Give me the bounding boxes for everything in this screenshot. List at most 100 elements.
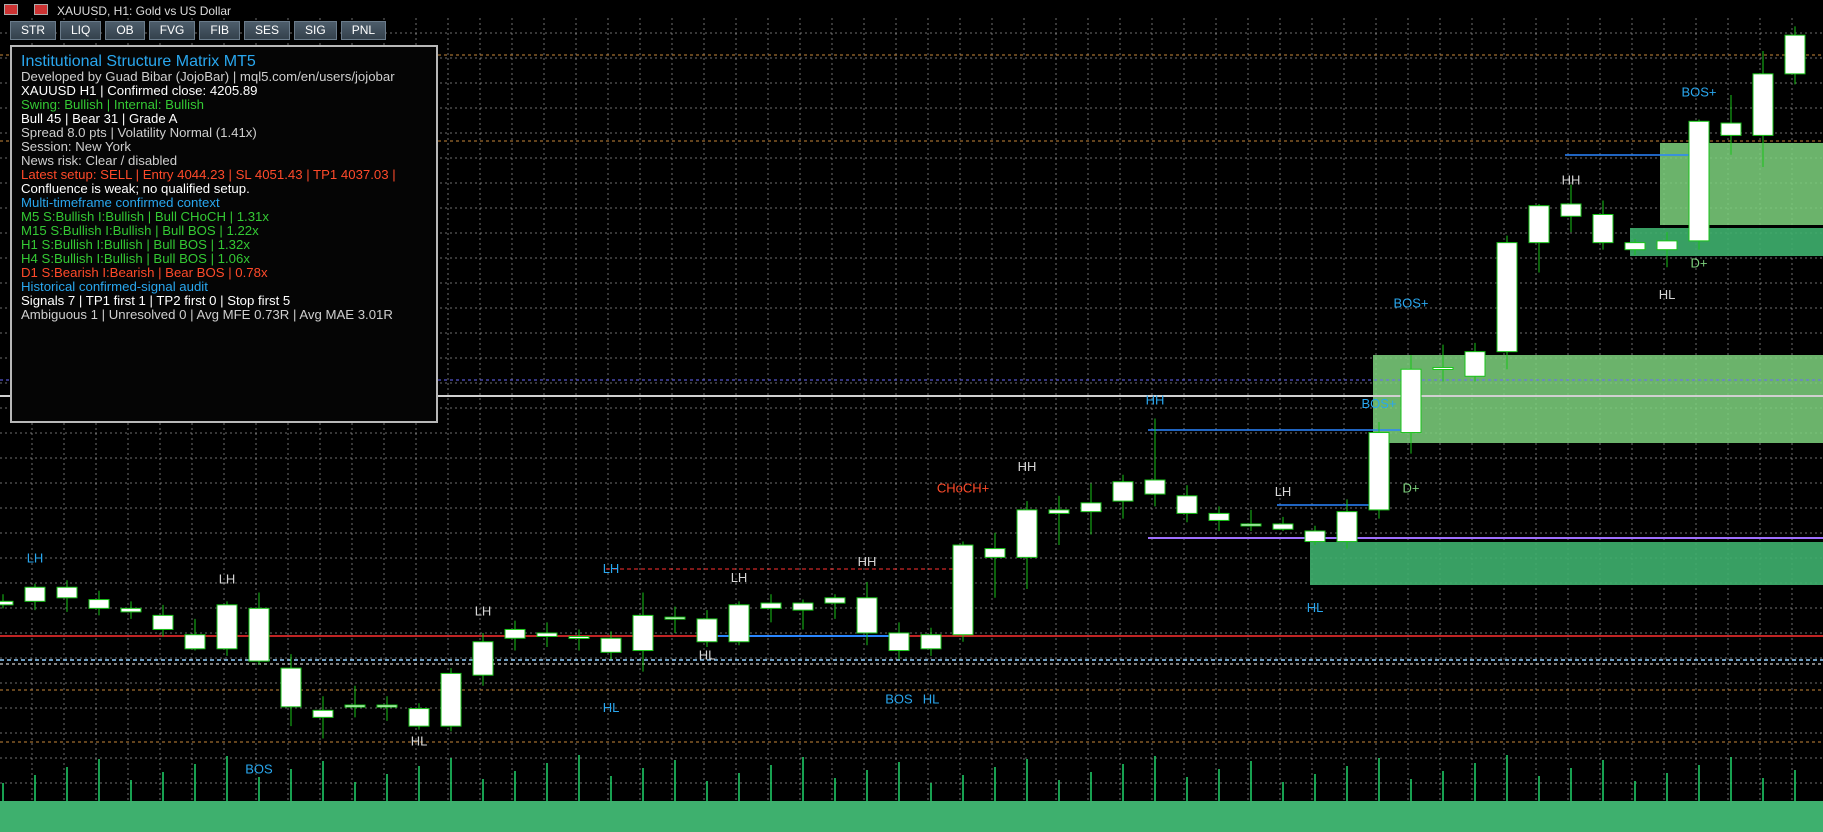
structure-label: HH <box>858 554 877 569</box>
structure-label: HL <box>923 691 940 706</box>
candle-body <box>920 634 942 650</box>
toggle-button-panel[interactable]: PNL <box>340 21 387 40</box>
candle-body <box>1304 530 1326 543</box>
candle-body <box>472 641 494 676</box>
candle-body <box>344 704 366 708</box>
structure-label: CHoCH+ <box>937 480 989 495</box>
candle-body <box>1208 512 1230 521</box>
module-toolbar: STR LIQ OB FVG FIB SES SIG PNL <box>10 21 387 41</box>
candle-body <box>504 628 526 639</box>
structure-label: BOS+ <box>1681 85 1716 100</box>
chart-title-bar: XAUUSD, H1: Gold vs US Dollar <box>0 0 1823 20</box>
candle-body <box>184 634 206 650</box>
candle-body <box>88 599 110 609</box>
candle-body <box>728 604 750 643</box>
candle-body <box>1688 120 1710 242</box>
candle-body <box>696 618 718 643</box>
structure-label: BOS <box>885 691 913 706</box>
toggle-button-structure[interactable]: STR <box>10 21 56 40</box>
candle-body <box>24 586 46 602</box>
candle-body <box>120 607 142 613</box>
structure-label: LH <box>603 561 620 576</box>
panel-line: Ambiguous 1 | Unresolved 0 | Avg MFE 0.7… <box>21 307 393 322</box>
candle-body <box>152 614 174 630</box>
window-menu-icon[interactable] <box>4 4 18 15</box>
candle-body <box>792 602 814 611</box>
candle-body <box>312 709 334 718</box>
panel-line: H4 S:Bullish I:Bullish | Bull BOS | 1.06… <box>21 251 250 266</box>
zone-box <box>1310 542 1823 585</box>
toggle-button-sessions[interactable]: SES <box>244 21 291 40</box>
toggle-button-fibonacci[interactable]: FIB <box>199 21 241 40</box>
candle-body <box>568 635 590 639</box>
structure-label: BOS+ <box>1361 396 1396 411</box>
toggle-button-signals[interactable]: SIG <box>294 21 337 40</box>
candle-body <box>248 607 270 662</box>
panel-lines: Developed by Guad Bibar (JojoBar) | mql5… <box>21 70 436 322</box>
structure-label: BOS+ <box>1393 296 1428 311</box>
candle-body <box>600 637 622 653</box>
candle-body <box>1720 122 1742 136</box>
candle-body <box>952 544 974 636</box>
structure-label: BOS <box>245 762 273 777</box>
panel-line: Historical confirmed-signal audit <box>21 279 208 294</box>
candle-body <box>1432 366 1454 370</box>
toggle-button-liquidity[interactable]: LIQ <box>60 21 102 40</box>
candle-body <box>1016 509 1038 558</box>
candle-body <box>1560 203 1582 217</box>
structure-label: LH <box>731 570 748 585</box>
structure-label: LH <box>219 572 236 587</box>
panel-line: Confluence is weak; no qualified setup. <box>21 181 250 196</box>
panel-line: Multi-timeframe confirmed context <box>21 195 220 210</box>
info-panel: Institutional Structure Matrix MT5 Devel… <box>10 45 438 423</box>
structure-label: LH <box>1275 484 1292 499</box>
candle-body <box>1112 481 1134 502</box>
structure-label: LH <box>27 551 44 566</box>
candle-body <box>536 632 558 637</box>
candle-body <box>1272 523 1294 530</box>
panel-line: Bull 45 | Bear 31 | Grade A <box>21 111 178 126</box>
candle-body <box>1336 511 1358 543</box>
candle-body <box>760 602 782 609</box>
candle-body <box>1528 205 1550 244</box>
candle-body <box>664 616 686 620</box>
candle-body <box>1592 214 1614 244</box>
candle-body <box>0 600 14 606</box>
panel-line: D1 S:Bearish I:Bearish | Bear BOS | 0.78… <box>21 265 268 280</box>
panel-line: Latest setup: SELL | Entry 4044.23 | SL … <box>21 167 396 182</box>
panel-line: Spread 8.0 pts | Volatility Normal (1.41… <box>21 125 257 140</box>
candle-body <box>408 708 430 727</box>
structure-label: HL <box>699 647 716 662</box>
structure-label: HL <box>1307 600 1324 615</box>
toggle-button-fvg[interactable]: FVG <box>148 21 196 40</box>
panel-line: Developed by Guad Bibar (JojoBar) | mql5… <box>21 69 395 84</box>
structure-label: HL <box>1659 287 1676 302</box>
candle-body <box>1400 368 1422 434</box>
candle-body <box>1624 242 1646 251</box>
candle-body <box>1144 479 1166 495</box>
structure-label: HH <box>1146 392 1165 407</box>
panel-title: Institutional Structure Matrix MT5 <box>21 53 256 70</box>
candle-body <box>280 667 302 708</box>
candle-body <box>1784 34 1806 75</box>
candle-body <box>376 704 398 708</box>
candle-body <box>984 548 1006 558</box>
toggle-button-order-blocks[interactable]: OB <box>105 21 145 40</box>
volume-strip <box>0 801 1823 832</box>
panel-line: News risk: Clear / disabled <box>21 153 178 168</box>
panel-line: Session: New York <box>21 139 131 154</box>
candle-body <box>1176 495 1198 514</box>
candle-body <box>1240 523 1262 527</box>
candle-body <box>56 586 78 599</box>
candle-body <box>1752 73 1774 136</box>
structure-label: D+ <box>1403 480 1420 495</box>
symbol-caption: XAUUSD, H1: Gold vs US Dollar <box>57 4 232 18</box>
candle-body <box>216 604 238 650</box>
structure-label: HH <box>1562 173 1581 188</box>
panel-line: XAUUSD H1 | Confirmed close: 4205.89 <box>21 83 258 98</box>
structure-label: HL <box>411 733 428 748</box>
chart-window-icon[interactable] <box>34 4 48 15</box>
panel-line: M5 S:Bullish I:Bullish | Bull CHoCH | 1.… <box>21 209 269 224</box>
panel-line: H1 S:Bullish I:Bullish | Bull BOS | 1.32… <box>21 237 250 252</box>
candle-body <box>856 597 878 634</box>
